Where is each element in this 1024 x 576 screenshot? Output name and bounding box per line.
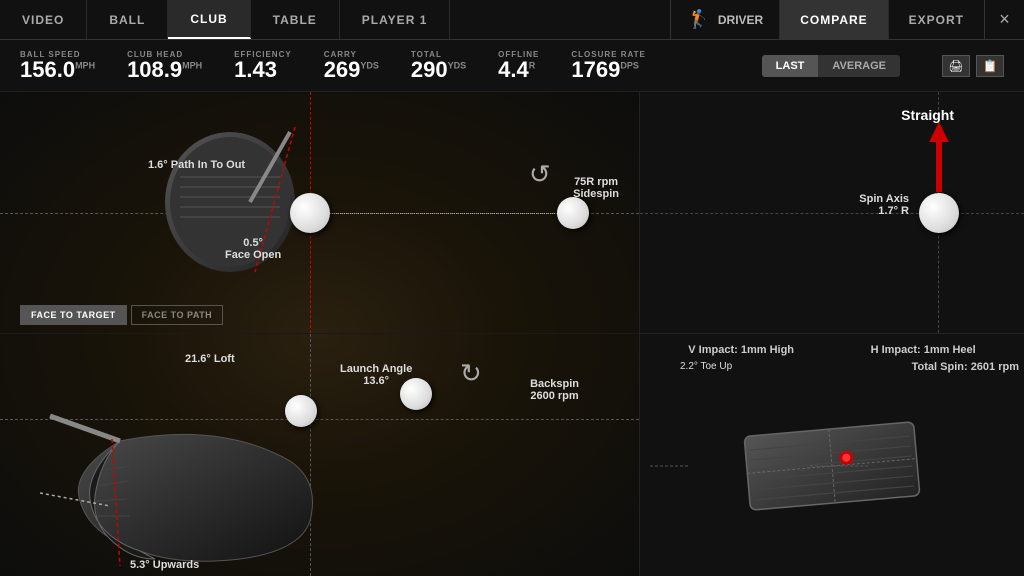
main-content: 1.6° Path In To Out ↻ 75R rpm Sidespin 0… (0, 92, 1024, 576)
straight-arrow (929, 122, 949, 192)
stat-value-closure-rate: 1769DPS (571, 59, 646, 81)
straight-area: Straight Spin Axis 1.7° R (640, 92, 1024, 334)
save-icon[interactable]: 📋 (976, 55, 1004, 77)
spin-axis-label: Spin Axis 1.7° R (859, 193, 909, 217)
driver-icon: 🏌 (687, 9, 709, 30)
face-label: 0.5° Face Open (225, 237, 281, 261)
stat-value-total: 290YDS (411, 59, 466, 81)
stat-club-head: CLUB HEAD 108.9MPH (127, 50, 202, 81)
stat-offline: OFFLINE 4.4R (498, 50, 539, 81)
face-to-path-btn[interactable]: FACE TO PATH (131, 305, 224, 325)
dotted-line-horizontal (315, 213, 555, 214)
export-icons: 🖨 📋 (942, 55, 1004, 77)
top-navigation: VIDEO BALL CLUB TABLE PLAYER 1 🏌 DRIVER … (0, 0, 1024, 40)
ball-right (919, 193, 959, 233)
stats-bar: BALL SPEED 156.0MPH CLUB HEAD 108.9MPH E… (0, 40, 1024, 92)
stat-value-offline: 4.4R (498, 59, 539, 81)
arrow-shaft (936, 142, 942, 192)
arrow-head (929, 122, 949, 142)
ball-bottom-impact (285, 395, 317, 427)
top-section: 1.6° Path In To Out ↻ 75R rpm Sidespin 0… (0, 92, 639, 334)
right-panel: Straight Spin Axis 1.7° R V Impact: 1mm … (640, 92, 1024, 576)
tab-club[interactable]: CLUB (168, 0, 250, 39)
print-icon[interactable]: 🖨 (942, 55, 970, 77)
loft-label: 21.6° Loft (185, 353, 235, 365)
straight-label: Straight (901, 107, 954, 123)
stat-ball-speed: BALL SPEED 156.0MPH (20, 50, 95, 81)
club-face-area: 2.2° Toe Up Total Spin: 2601 rpm (640, 356, 1024, 576)
toe-up-label: 2.2° Toe Up (680, 361, 732, 372)
toggle-last[interactable]: LAST (762, 55, 819, 77)
stat-value-ball-speed: 156.0MPH (20, 59, 95, 81)
stat-value-club-head: 108.9MPH (127, 59, 202, 81)
curve-arrow-backspin: ↻ (460, 358, 482, 389)
h-line-right (640, 213, 1024, 214)
last-avg-toggle: LAST AVERAGE (762, 55, 900, 77)
face-buttons: FACE TO TARGET FACE TO PATH (20, 305, 223, 325)
tab-ball[interactable]: BALL (87, 0, 168, 39)
bottom-section: 21.6° Loft ↻ Launch Angle 13.6° Backspin… (0, 334, 639, 576)
tab-player1[interactable]: PLAYER 1 (340, 0, 451, 39)
tab-video[interactable]: VIDEO (0, 0, 87, 39)
ball-impact (290, 193, 330, 233)
h-impact-label: H Impact: 1mm Heel (871, 344, 976, 356)
bottom-right: V Impact: 1mm High H Impact: 1mm Heel 2.… (640, 334, 1024, 576)
driver-selector[interactable]: 🏌 DRIVER (670, 0, 779, 39)
tab-compare[interactable]: COMPARE (779, 0, 887, 39)
stat-closure-rate: CLOSURE RATE 1769DPS (571, 50, 646, 81)
toggle-average[interactable]: AVERAGE (818, 55, 900, 77)
v-impact-label: V Impact: 1mm High (688, 344, 794, 356)
ball-spin-right (557, 197, 589, 229)
close-button[interactable]: × (984, 0, 1024, 39)
stat-carry: CARRY 269YDS (324, 50, 379, 81)
stat-efficiency: EFFICIENCY 1.43 (234, 50, 292, 81)
curve-arrow-spin: ↻ (529, 159, 551, 190)
stat-value-efficiency: 1.43 (234, 59, 292, 81)
path-label: 1.6° Path In To Out (148, 159, 245, 171)
total-spin-label: Total Spin: 2601 rpm (912, 361, 1019, 373)
club-bottom-left (40, 411, 330, 566)
tab-export[interactable]: EXPORT (888, 0, 984, 39)
tab-table[interactable]: TABLE (251, 0, 340, 39)
backspin-label: Backspin 2600 rpm (530, 378, 579, 402)
spin-label: 75R rpm Sidespin (573, 176, 619, 200)
launch-angle-label: Launch Angle 13.6° (340, 363, 412, 387)
driver-label: DRIVER (718, 13, 763, 27)
stat-total: TOTAL 290YDS (411, 50, 466, 81)
impact-labels: V Impact: 1mm High H Impact: 1mm Heel (640, 334, 1024, 356)
face-to-target-btn[interactable]: FACE TO TARGET (20, 305, 127, 325)
left-panel: 1.6° Path In To Out ↻ 75R rpm Sidespin 0… (0, 92, 640, 576)
club-face-svg (732, 421, 932, 511)
upward-label: 5.3° Upwards (130, 559, 199, 571)
stat-value-carry: 269YDS (324, 59, 379, 81)
